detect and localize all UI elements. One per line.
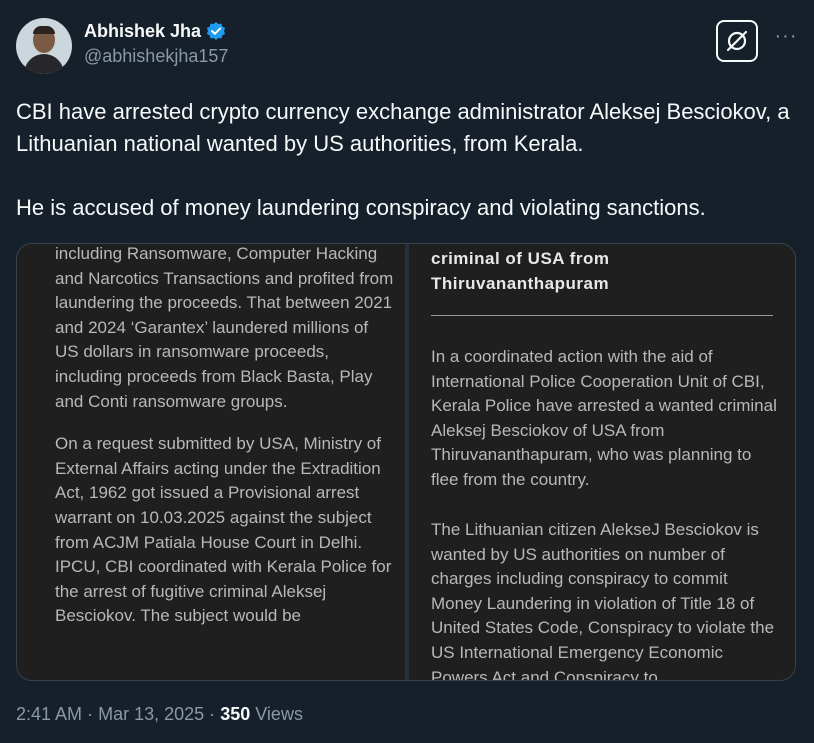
tweet-text: CBI have arrested crypto currency exchan… bbox=[16, 96, 796, 224]
media-right-para1: In a coordinated action with the aid of … bbox=[431, 347, 777, 489]
media-right-heading: criminal of USA from Thiruvananthapuram bbox=[431, 249, 610, 293]
media-right-para2: The Lithuanian citizen AlekseJ Besciokov… bbox=[431, 520, 775, 680]
meta-separator: · bbox=[87, 704, 94, 724]
author-info: Abhishek Jha @abhishekjha157 bbox=[84, 20, 228, 67]
media-image[interactable]: including Ransomware, Computer Hacking a… bbox=[16, 243, 796, 681]
tweet-time[interactable]: 2:41 AM bbox=[16, 704, 82, 724]
display-name[interactable]: Abhishek Jha bbox=[84, 21, 201, 42]
avatar[interactable] bbox=[16, 18, 72, 74]
tweet-header: Abhishek Jha @abhishekjha157 ··· bbox=[16, 18, 798, 78]
media-left-para1: including Ransomware, Computer Hacking a… bbox=[55, 244, 394, 411]
more-button[interactable]: ··· bbox=[774, 24, 798, 54]
views-label: Views bbox=[255, 704, 303, 724]
tweet-paragraph: CBI have arrested crypto currency exchan… bbox=[16, 99, 790, 156]
media-left-para2: On a request submitted by USA, Ministry … bbox=[55, 434, 392, 626]
views-count[interactable]: 350 bbox=[220, 704, 250, 724]
media-left-text: including Ransomware, Computer Hacking a… bbox=[55, 244, 395, 629]
media-left-column: including Ransomware, Computer Hacking a… bbox=[17, 244, 405, 680]
grok-icon bbox=[726, 30, 748, 52]
verified-badge-icon[interactable] bbox=[205, 20, 227, 42]
name-row: Abhishek Jha bbox=[84, 20, 228, 42]
more-icon: ··· bbox=[774, 25, 798, 47]
media-right-rule bbox=[431, 315, 773, 316]
tweet-date[interactable]: Mar 13, 2025 bbox=[98, 704, 204, 724]
media-right-column: criminal of USA from Thiruvananthapuram … bbox=[409, 244, 795, 680]
handle[interactable]: @abhishekjha157 bbox=[84, 46, 228, 67]
tweet-meta: 2:41 AM · Mar 13, 2025 · 350 Views bbox=[16, 704, 303, 725]
tweet-paragraph: He is accused of money laundering conspi… bbox=[16, 195, 706, 220]
grok-button[interactable] bbox=[716, 20, 758, 62]
meta-separator: · bbox=[209, 704, 216, 724]
